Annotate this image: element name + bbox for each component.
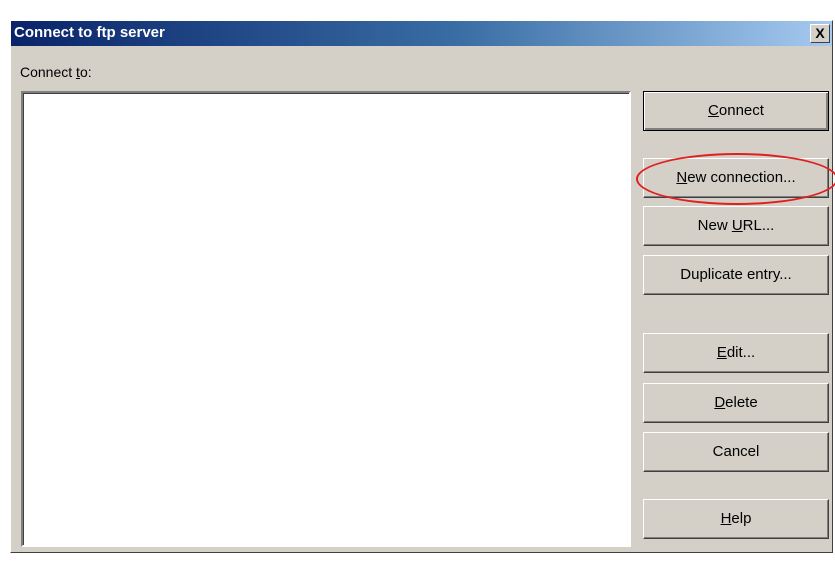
connect-to-label: Connect to: <box>20 64 92 80</box>
new-connection-button-access-key: N <box>676 169 688 186</box>
connect-to-label-pre: Connect <box>20 64 77 80</box>
edit-button-label: dit... <box>726 344 756 361</box>
connect-button-access-key: C <box>708 102 719 119</box>
new-connection-button[interactable]: New connection... <box>643 158 829 198</box>
screenshot-stage: Connect to ftp server X Connect to: Conn… <box>0 0 835 561</box>
connect-dialog: Connect to ftp server X Connect to: Conn… <box>10 20 835 553</box>
connect-to-label-post: o: <box>79 64 92 80</box>
connection-list[interactable] <box>21 91 631 547</box>
cancel-button[interactable]: Cancel <box>643 432 829 472</box>
help-button-label: elp <box>731 510 752 527</box>
help-button-access-key: H <box>720 510 732 527</box>
delete-button[interactable]: Delete <box>643 383 829 423</box>
edit-button-access-key: E <box>716 344 727 361</box>
new-connection-button-label: ew connection... <box>687 169 796 186</box>
edit-button[interactable]: Edit... <box>643 333 829 373</box>
new-url-button-access-key: U <box>731 217 743 234</box>
close-button[interactable]: X <box>810 24 830 43</box>
connect-button-label: onnect <box>718 102 764 119</box>
connect-button[interactable]: Connect <box>643 91 829 131</box>
title-bar[interactable]: Connect to ftp server X <box>11 21 832 46</box>
help-button[interactable]: Help <box>643 499 829 539</box>
cancel-button-label: Cancel <box>712 443 760 460</box>
close-icon: X <box>815 25 825 41</box>
duplicate-entry-button-label: Duplicate entry... <box>680 266 792 283</box>
new-url-button-label-pre: New <box>697 217 732 234</box>
new-url-button[interactable]: New URL... <box>643 206 829 246</box>
delete-button-label: elete <box>725 394 758 411</box>
duplicate-entry-button[interactable]: Duplicate entry... <box>643 255 829 295</box>
window-title: Connect to ftp server <box>14 24 165 41</box>
delete-button-access-key: D <box>714 394 726 411</box>
new-url-button-label: RL... <box>742 217 775 234</box>
